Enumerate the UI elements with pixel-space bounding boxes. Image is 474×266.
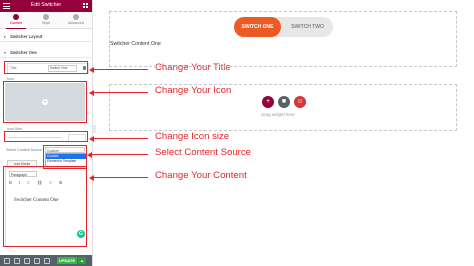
settings-icon[interactable] [4, 258, 10, 264]
content-source-arrow [87, 150, 148, 159]
update-button[interactable]: UPDATE [57, 257, 77, 264]
icon-highlight [3, 81, 87, 123]
preview-eye-icon[interactable] [44, 258, 50, 264]
gear-icon [73, 14, 79, 20]
pencil-icon [13, 14, 19, 20]
caret-down-icon: ▾ [4, 50, 7, 55]
add-section-plus-icon[interactable]: + [262, 96, 274, 108]
half-circle-icon [43, 14, 49, 20]
caret-right-icon: ▸ [4, 34, 7, 39]
navigator-icon[interactable] [14, 258, 20, 264]
panel-footer: UPDATE ▲ [0, 255, 92, 266]
tab-content-label: Content [9, 21, 23, 25]
content-arrow [89, 173, 148, 182]
panel-collapse-handle[interactable] [92, 125, 96, 133]
widgets-grid-icon[interactable] [83, 3, 89, 9]
annotation-icon-size: Change Icon size [155, 131, 230, 142]
panel-header: Edit Switcher [0, 0, 92, 12]
section-one-label: Switcher One [10, 50, 37, 55]
tab-advanced-label: Advanced [68, 21, 84, 25]
library-emblem-icon[interactable]: ☺ [294, 96, 306, 108]
tab-style[interactable]: Style [31, 14, 61, 25]
drag-widget-hint: Drag widget here [261, 112, 295, 117]
responsive-icon[interactable] [34, 258, 40, 264]
content-switcher: SWITCH ONE SWITCH TWO [234, 17, 333, 37]
section-layout-label: Switcher Layout [10, 34, 43, 39]
annotation-content: Change Your Content [155, 170, 247, 181]
panel-tabs: Content Style Advanced [0, 12, 92, 29]
title-arrow [89, 65, 148, 74]
tab-style-label: Style [42, 21, 50, 25]
update-options-caret[interactable]: ▲ [78, 257, 86, 264]
icon-size-highlight [4, 131, 88, 142]
switch-two-button[interactable]: SWITCH TWO [282, 17, 333, 37]
content-source-label: Select Content Source [6, 148, 42, 152]
history-icon[interactable] [24, 258, 30, 264]
switcher-content-text: Switcher Content One [110, 41, 161, 47]
tab-advanced[interactable]: Advanced [61, 14, 91, 25]
add-template-folder-icon[interactable]: ■ [278, 96, 290, 108]
section-switcher-one[interactable]: ▾ Switcher One [0, 47, 92, 58]
content-highlight [3, 166, 87, 247]
annotation-content-source: Select Content Source [155, 147, 251, 158]
section-switcher-layout[interactable]: ▸ Switcher Layout [0, 31, 92, 42]
icon-size-arrow [89, 134, 148, 143]
switch-one-button[interactable]: SWITCH ONE [234, 17, 281, 37]
title-highlight [4, 61, 88, 74]
panel-title: Edit Switcher [30, 2, 62, 8]
tab-content[interactable]: Content [1, 14, 31, 29]
